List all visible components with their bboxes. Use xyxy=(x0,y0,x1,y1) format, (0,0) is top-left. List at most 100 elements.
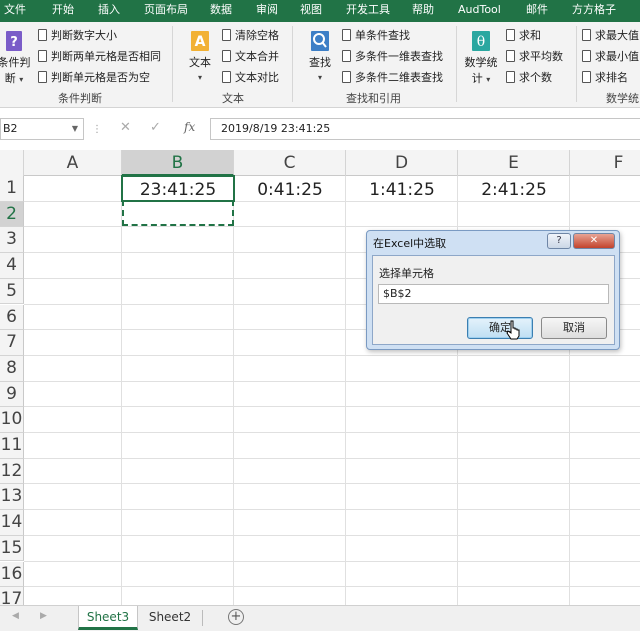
menu-insert[interactable]: 插入 xyxy=(98,0,120,22)
doc-icon xyxy=(342,29,351,41)
row-header-12[interactable]: 12 xyxy=(0,458,24,485)
chevron-down-icon[interactable]: ▼ xyxy=(72,119,78,139)
drag-handle-icon[interactable]: ⋮ xyxy=(92,124,102,135)
row-gridline xyxy=(24,380,640,382)
scroll-right-icon[interactable]: ▶ xyxy=(40,611,47,621)
sum-button[interactable]: 求和 xyxy=(506,27,541,45)
help-button[interactable]: ? xyxy=(547,233,571,249)
row-header-2[interactable]: 2 xyxy=(0,201,24,228)
dialog-title: 在Excel中选取 xyxy=(373,237,447,250)
select-all-corner[interactable] xyxy=(0,150,24,176)
column-header-c[interactable]: C xyxy=(234,150,346,176)
menu-audtool[interactable]: AudTool xyxy=(458,0,501,22)
hand-cursor-icon xyxy=(506,320,520,340)
menu-data[interactable]: 数据 xyxy=(210,0,232,22)
text-button[interactable]: A 文本 ▾ xyxy=(180,30,220,83)
svg-text:θ: θ xyxy=(477,34,485,50)
svg-text:?: ? xyxy=(10,35,18,50)
cell-selection-border xyxy=(121,175,235,202)
menu-mail[interactable]: 邮件 xyxy=(526,0,548,22)
cell-c1[interactable]: 0:41:25 xyxy=(234,176,346,202)
multi-cond-1d-find-button[interactable]: 多条件一维表查找 xyxy=(342,48,443,66)
text-merge-button[interactable]: 文本合并 xyxy=(222,48,279,66)
row-header-15[interactable]: 15 xyxy=(0,535,24,562)
group-label-condition: 条件判断 xyxy=(58,92,102,105)
menu-home[interactable]: 开始 xyxy=(52,0,74,22)
ok-button[interactable]: 确定 xyxy=(467,317,533,339)
menu-view[interactable]: 视图 xyxy=(300,0,322,22)
sheet-tab-sheet3[interactable]: Sheet3 xyxy=(78,606,138,630)
row-header-10[interactable]: 10 xyxy=(0,407,24,433)
text-a-icon: A xyxy=(191,31,209,51)
sheet-tab-sheet2[interactable]: Sheet2 xyxy=(140,606,200,630)
single-cond-find-button[interactable]: 单条件查找 xyxy=(342,27,410,45)
column-header-e[interactable]: E xyxy=(458,150,570,176)
menu-review[interactable]: 审阅 xyxy=(256,0,278,22)
add-sheet-button[interactable]: + xyxy=(228,609,244,625)
text-compare-button[interactable]: 文本对比 xyxy=(222,69,279,87)
row-gridline xyxy=(24,586,640,588)
formula-bar: B2 ▼ ⋮ ✕ ✓ fx 2019/8/19 23:41:25 xyxy=(0,112,640,146)
row-header-9[interactable]: 9 xyxy=(0,381,24,408)
cell-e1[interactable]: 2:41:25 xyxy=(458,176,570,202)
enter-icon[interactable]: ✓ xyxy=(150,120,161,135)
row-header-1[interactable]: 1 xyxy=(0,176,24,202)
ribbon-divider xyxy=(292,26,293,102)
insert-function-button[interactable]: fx xyxy=(184,120,195,134)
worksheet-grid[interactable]: A B C D E F 1 2 3 4 5 6 7 8 9 10 11 12 13 14 15 16 17 23… xyxy=(0,150,640,605)
menu-developer[interactable]: 开发工具 xyxy=(346,0,390,22)
column-header-d[interactable]: D xyxy=(346,150,458,176)
doc-icon xyxy=(222,71,231,83)
row-header-16[interactable]: 16 xyxy=(0,561,24,588)
menu-page-layout[interactable]: 页面布局 xyxy=(144,0,188,22)
column-header-f[interactable]: F xyxy=(570,150,640,176)
row-header-14[interactable]: 14 xyxy=(0,510,24,536)
row-header-5[interactable]: 5 xyxy=(0,278,24,305)
row-header-7[interactable]: 7 xyxy=(0,330,24,356)
question-icon: ? xyxy=(6,31,22,51)
row-header-6[interactable]: 6 xyxy=(0,304,24,331)
group-label-find: 查找和引用 xyxy=(346,92,401,105)
row-header-11[interactable]: 11 xyxy=(0,433,24,459)
row-header-17[interactable]: 17 xyxy=(0,587,24,605)
cell-d1[interactable]: 1:41:25 xyxy=(346,176,458,202)
chevron-down-icon: ▾ xyxy=(19,75,24,84)
formula-input[interactable]: 2019/8/19 23:41:25 xyxy=(210,118,640,140)
ribbon-divider xyxy=(456,26,457,102)
row-header-4[interactable]: 4 xyxy=(0,253,24,279)
cell-reference-input[interactable]: $B$2 xyxy=(378,284,609,304)
scroll-left-icon[interactable]: ◀ xyxy=(12,611,19,621)
cancel-button[interactable]: 取消 xyxy=(541,317,607,339)
clear-spaces-button[interactable]: 清除空格 xyxy=(222,27,279,45)
row-header-3[interactable]: 3 xyxy=(0,227,24,254)
cancel-icon[interactable]: ✕ xyxy=(120,120,131,135)
count-button[interactable]: 求个数 xyxy=(506,69,552,87)
column-gridline xyxy=(233,176,234,605)
text-button-label: 文本 xyxy=(189,56,211,69)
judge-number-size-button[interactable]: 判断数字大小 xyxy=(38,27,117,45)
group-label-text: 文本 xyxy=(222,92,244,105)
menu-file[interactable]: 文件 xyxy=(4,0,26,22)
row-gridline xyxy=(24,354,640,356)
condition-judge-label-2: 断 xyxy=(4,72,16,85)
max-button[interactable]: 求最大值 xyxy=(582,27,639,45)
find-button[interactable]: 查找 ▾ xyxy=(300,30,340,83)
row-header-8[interactable]: 8 xyxy=(0,355,24,382)
multi-cond-2d-find-button[interactable]: 多条件二维表查找 xyxy=(342,69,443,87)
column-header-b[interactable]: B xyxy=(122,150,234,176)
condition-judge-button[interactable]: ? 条件判 断 ▾ xyxy=(0,30,34,86)
average-button[interactable]: 求平均数 xyxy=(506,48,563,66)
close-button[interactable]: ✕ xyxy=(573,233,615,249)
column-header-a[interactable]: A xyxy=(24,150,122,176)
min-button[interactable]: 求最小值 xyxy=(582,48,639,66)
menu-fangfang[interactable]: 方方格子 xyxy=(572,0,616,22)
judge-cell-empty-button[interactable]: 判断单元格是否为空 xyxy=(38,69,150,87)
multi-cond-2d-find-label: 多条件二维表查找 xyxy=(355,71,443,84)
rank-button[interactable]: 求排名 xyxy=(582,69,628,87)
menu-help[interactable]: 帮助 xyxy=(412,0,434,22)
math-stats-button[interactable]: θ 数学统 计 ▾ xyxy=(460,30,502,86)
doc-icon xyxy=(222,50,231,62)
judge-cells-equal-button[interactable]: 判断两单元格是否相同 xyxy=(38,48,161,66)
row-header-13[interactable]: 13 xyxy=(0,484,24,511)
name-box[interactable]: B2 ▼ xyxy=(0,118,84,140)
